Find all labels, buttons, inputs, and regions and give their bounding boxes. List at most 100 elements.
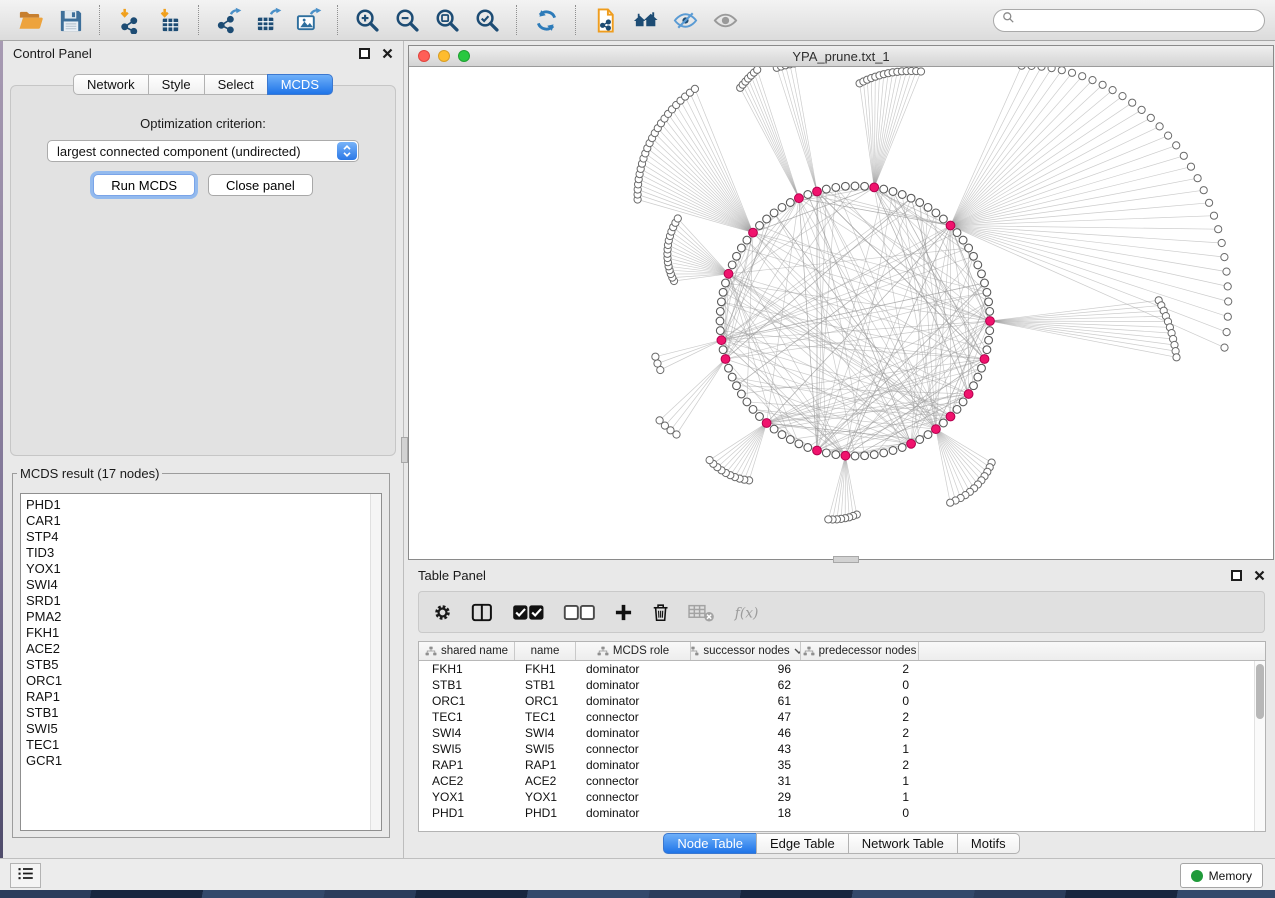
result-node-item[interactable]: ORC1	[26, 673, 381, 689]
table-options-button[interactable]	[433, 597, 452, 627]
column-header[interactable]: name	[515, 642, 576, 660]
document-network-button[interactable]	[588, 3, 622, 37]
export-network-button[interactable]	[211, 3, 245, 37]
float-panel-icon[interactable]	[359, 48, 370, 59]
graphics-details-button[interactable]	[668, 3, 702, 37]
zoom-out-button[interactable]	[390, 3, 424, 37]
refresh-button[interactable]	[529, 3, 563, 37]
toolbar-separator	[99, 5, 100, 35]
splitter-handle-vertical[interactable]	[401, 437, 408, 463]
import-network-button[interactable]	[112, 3, 146, 37]
close-panel-button[interactable]: Close panel	[208, 174, 313, 196]
table-row[interactable]: ORC1ORC1dominator610	[419, 693, 1265, 709]
mcds-tab-content: Optimization criterion: largest connecte…	[10, 85, 396, 456]
task-history-button[interactable]	[10, 863, 41, 888]
create-column-button[interactable]	[614, 597, 633, 627]
delete-columns-icon	[652, 603, 669, 622]
table-cell: FKH1	[515, 662, 576, 676]
table-row[interactable]: STB1STB1dominator620	[419, 677, 1265, 693]
column-header[interactable]: shared name	[419, 642, 515, 660]
result-node-item[interactable]: STB1	[26, 705, 381, 721]
table-cell: ACE2	[515, 774, 576, 788]
zoom-selected-icon	[474, 7, 501, 34]
node-table-header: shared namenameMCDS rolesuccessor nodesp…	[419, 642, 1265, 661]
mcds-list-scrollbar[interactable]	[370, 494, 381, 830]
result-node-item[interactable]: TID3	[26, 545, 381, 561]
column-header[interactable]: predecessor nodes	[801, 642, 919, 660]
table-cell: SWI4	[515, 726, 576, 740]
result-node-item[interactable]: ACE2	[26, 641, 381, 657]
search-field[interactable]	[993, 9, 1265, 32]
float-table-panel-icon[interactable]	[1231, 570, 1242, 581]
table-row[interactable]: SWI4SWI4dominator462	[419, 725, 1265, 741]
splitter-handle-horizontal[interactable]	[833, 556, 859, 563]
table-row[interactable]: TEC1TEC1connector472	[419, 709, 1265, 725]
result-node-item[interactable]: STP4	[26, 529, 381, 545]
table-cell: ORC1	[515, 694, 576, 708]
memory-button[interactable]: Memory	[1180, 863, 1263, 888]
tab-node-table[interactable]: Node Table	[663, 833, 757, 854]
table-row[interactable]: PHD1PHD1dominator180	[419, 805, 1265, 821]
zoom-fit-button[interactable]	[430, 3, 464, 37]
show-columns-panel-button[interactable]	[471, 597, 493, 627]
close-window-icon[interactable]	[418, 50, 430, 62]
criterion-dropdown[interactable]: largest connected component (undirected)	[47, 140, 359, 162]
result-node-item[interactable]: SWI5	[26, 721, 381, 737]
result-node-item[interactable]: YOX1	[26, 561, 381, 577]
tab-motifs[interactable]: Motifs	[957, 833, 1020, 854]
tab-network[interactable]: Network	[73, 74, 149, 95]
export-table-button[interactable]	[251, 3, 285, 37]
search-input[interactable]	[1020, 13, 1256, 27]
import-table-button[interactable]	[152, 3, 186, 37]
network-graph[interactable]	[409, 67, 1273, 559]
result-node-item[interactable]: FKH1	[26, 625, 381, 641]
table-row[interactable]: SWI5SWI5connector431	[419, 741, 1265, 757]
column-header[interactable]: successor nodes	[691, 642, 801, 660]
table-cell: dominator	[576, 678, 691, 692]
result-node-item[interactable]: SWI4	[26, 577, 381, 593]
tab-network-table[interactable]: Network Table	[848, 833, 958, 854]
tab-edge-table[interactable]: Edge Table	[756, 833, 849, 854]
result-node-item[interactable]: CAR1	[26, 513, 381, 529]
tab-select[interactable]: Select	[204, 74, 268, 95]
export-image-button[interactable]	[291, 3, 325, 37]
delete-columns-button[interactable]	[652, 597, 669, 627]
minimize-window-icon[interactable]	[438, 50, 450, 62]
maximize-window-icon[interactable]	[458, 50, 470, 62]
table-cell: PHD1	[419, 806, 515, 820]
zoom-fit-icon	[434, 7, 461, 34]
result-node-item[interactable]: RAP1	[26, 689, 381, 705]
result-node-item[interactable]: TEC1	[26, 737, 381, 753]
result-node-item[interactable]: GCR1	[26, 753, 381, 769]
table-cell: 29	[691, 790, 801, 804]
tab-style[interactable]: Style	[148, 74, 205, 95]
table-scrollbar-track[interactable]	[1254, 661, 1265, 831]
table-cell: 35	[691, 758, 801, 772]
table-cell: dominator	[576, 726, 691, 740]
result-node-item[interactable]: PMA2	[26, 609, 381, 625]
table-row[interactable]: YOX1YOX1connector291	[419, 789, 1265, 805]
sort-desc-icon	[794, 648, 801, 654]
result-node-item[interactable]: PHD1	[26, 497, 381, 513]
result-node-item[interactable]: SRD1	[26, 593, 381, 609]
zoom-in-button[interactable]	[350, 3, 384, 37]
column-header[interactable]: MCDS role	[576, 642, 691, 660]
select-all-columns-button[interactable]	[512, 597, 544, 627]
table-panel: Table Panel f(x) shared namenameMCDS rol…	[408, 563, 1275, 858]
network-window-titlebar[interactable]: YPA_prune.txt_1	[409, 46, 1273, 67]
result-node-item[interactable]: STB5	[26, 657, 381, 673]
save-session-button[interactable]	[53, 3, 87, 37]
birds-eye-view-button[interactable]	[708, 3, 742, 37]
close-panel-icon[interactable]	[382, 48, 393, 59]
table-row[interactable]: ACE2ACE2connector311	[419, 773, 1265, 789]
table-scrollbar-thumb[interactable]	[1256, 664, 1264, 719]
zoom-selected-button[interactable]	[470, 3, 504, 37]
table-row[interactable]: FKH1FKH1dominator962	[419, 661, 1265, 677]
table-row[interactable]: RAP1RAP1dominator352	[419, 757, 1265, 773]
close-table-panel-icon[interactable]	[1254, 570, 1265, 581]
run-mcds-button[interactable]: Run MCDS	[93, 174, 195, 196]
open-file-button[interactable]	[13, 3, 47, 37]
home-button[interactable]	[628, 3, 662, 37]
tab-mcds[interactable]: MCDS	[267, 74, 333, 95]
unselect-all-columns-button[interactable]	[563, 597, 595, 627]
